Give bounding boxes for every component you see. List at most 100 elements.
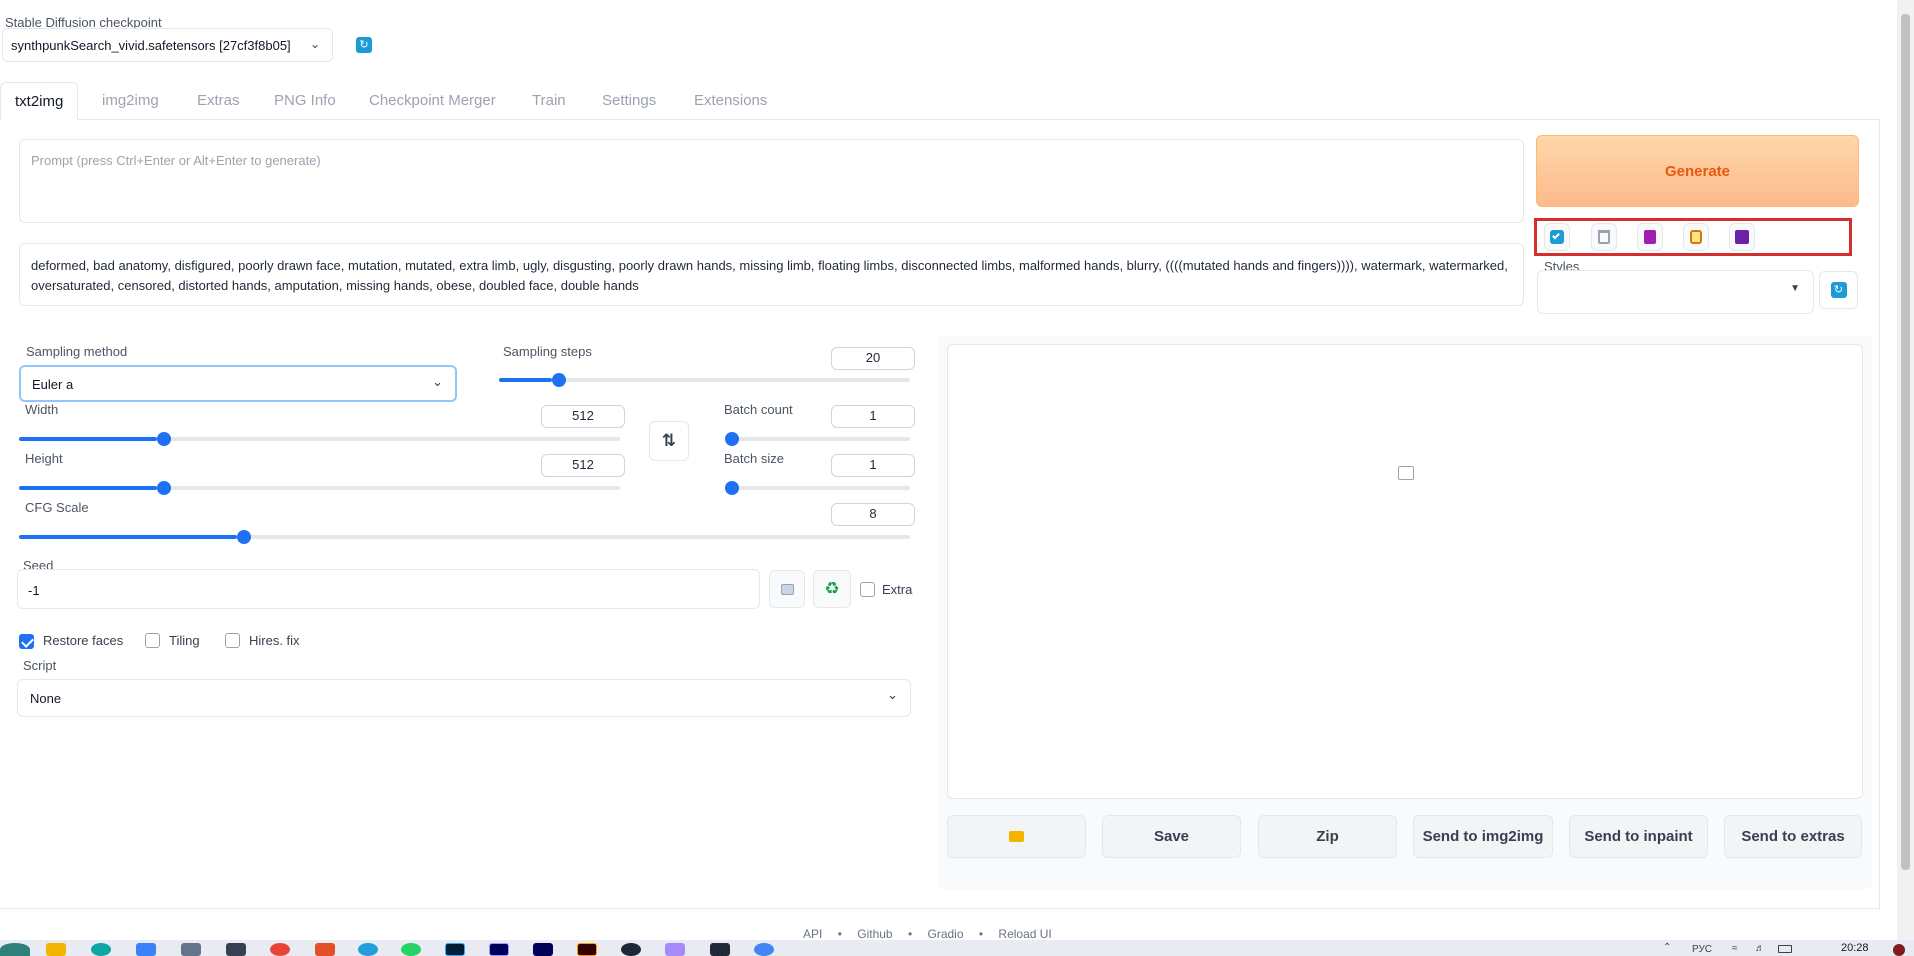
after-effects-icon[interactable] <box>533 943 553 956</box>
script-label: Script <box>23 658 57 673</box>
extra-seed-checkbox[interactable] <box>860 582 875 597</box>
steam-icon[interactable] <box>621 943 641 956</box>
footer-reload-ui-link[interactable]: Reload UI <box>998 927 1051 940</box>
generate-button[interactable]: Generate <box>1536 135 1859 207</box>
start-icon[interactable] <box>0 943 30 956</box>
send-to-extras-button[interactable]: Send to extras <box>1724 815 1862 858</box>
chevron-down-icon: ⌄ <box>432 374 443 389</box>
image-placeholder-icon <box>1398 466 1414 480</box>
sampling-steps-slider[interactable] <box>499 373 910 387</box>
tab-extras[interactable]: Extras <box>197 82 240 120</box>
prompt-placeholder: Prompt (press Ctrl+Enter or Alt+Enter to… <box>31 153 321 168</box>
generate-label: Generate <box>1664 162 1731 180</box>
batch-count-number[interactable]: 1 <box>831 405 915 428</box>
height-label: Height <box>25 451 63 466</box>
refresh-icon: ↻ <box>359 38 369 51</box>
scrollbar[interactable] <box>1897 0 1914 940</box>
illustrator-icon[interactable] <box>577 943 597 956</box>
prompt-input[interactable]: Prompt (press Ctrl+Enter or Alt+Enter to… <box>19 139 1524 223</box>
trash-icon[interactable] <box>1591 223 1617 251</box>
file-explorer-icon[interactable] <box>46 943 66 956</box>
tab-train[interactable]: Train <box>532 82 566 120</box>
negative-prompt-input[interactable]: deformed, bad anatomy, disfigured, poorl… <box>19 243 1524 306</box>
batch-size-label: Batch size <box>724 451 784 466</box>
random-seed-button[interactable] <box>769 570 805 608</box>
send-to-img2img-button[interactable]: Send to img2img <box>1413 815 1553 858</box>
edge-icon[interactable] <box>91 943 111 956</box>
app-icon[interactable] <box>665 943 685 956</box>
zip-button[interactable]: Zip <box>1258 815 1397 858</box>
tab-settings[interactable]: Settings <box>602 82 656 120</box>
refresh-styles-button[interactable]: ↻ <box>1819 271 1858 309</box>
height-number[interactable]: 512 <box>541 454 625 477</box>
whatsapp-icon[interactable] <box>401 943 421 956</box>
battery-icon[interactable] <box>1778 945 1792 953</box>
terminal-icon[interactable] <box>710 943 730 956</box>
sampling-method-label: Sampling method <box>26 344 128 359</box>
unity-icon[interactable] <box>226 943 246 956</box>
sampling-steps-label: Sampling steps <box>503 344 592 359</box>
height-slider[interactable] <box>19 481 620 495</box>
book-icon[interactable] <box>1637 223 1663 251</box>
checkbox-icon[interactable] <box>1544 223 1570 251</box>
hires-fix-checkbox[interactable] <box>225 633 240 648</box>
cfg-scale-label: CFG Scale <box>25 500 89 515</box>
restore-faces-label: Restore faces <box>43 633 124 648</box>
app-icon[interactable] <box>136 943 156 956</box>
batch-count-slider[interactable] <box>725 432 910 446</box>
cfg-scale-slider[interactable] <box>19 530 910 544</box>
script-dropdown[interactable]: None ⌄ <box>17 679 911 717</box>
seed-input[interactable]: -1 <box>17 569 760 609</box>
swap-dimensions-button[interactable]: ⇅ <box>649 421 689 461</box>
footer-github-link[interactable]: Github <box>857 927 892 940</box>
tab-img2img[interactable]: img2img <box>102 82 159 120</box>
batch-size-number[interactable]: 1 <box>831 454 915 477</box>
tiling-checkbox[interactable] <box>145 633 160 648</box>
tab-checkpoint-merger[interactable]: Checkpoint Merger <box>369 82 496 120</box>
caret-down-icon: ▼ <box>1790 283 1800 294</box>
footer-api-link[interactable]: API <box>803 927 822 940</box>
notification-badge-icon[interactable] <box>1893 944 1905 956</box>
send-to-inpaint-button[interactable]: Send to inpaint <box>1569 815 1708 858</box>
telegram-icon[interactable] <box>358 943 378 956</box>
batch-size-slider[interactable] <box>725 481 910 495</box>
footer-gradio-link[interactable]: Gradio <box>927 927 963 940</box>
chevron-up-icon[interactable]: ⌃ <box>1663 942 1671 953</box>
footer-links: API • Github • Gradio • Reload UI <box>803 927 1052 940</box>
cfg-scale-number[interactable]: 8 <box>831 503 915 526</box>
tab-txt2img[interactable]: txt2img <box>0 82 79 120</box>
negative-prompt-text: deformed, bad anatomy, disfigured, poorl… <box>31 258 1508 293</box>
clipboard-icon[interactable] <box>1683 223 1709 251</box>
sampling-method-dropdown[interactable]: Euler a ⌄ <box>19 365 457 402</box>
pdf-icon[interactable] <box>315 943 335 956</box>
chrome-icon[interactable] <box>270 943 290 956</box>
width-label: Width <box>25 402 59 417</box>
language-indicator[interactable]: РУС <box>1692 944 1712 956</box>
sampling-steps-number[interactable]: 20 <box>831 347 915 370</box>
width-number[interactable]: 512 <box>541 405 625 428</box>
checkpoint-dropdown[interactable]: synthpunkSearch_vivid.safetensors [27cf3… <box>2 28 333 62</box>
tab-png-info[interactable]: PNG Info <box>274 82 336 120</box>
volume-icon[interactable]: ♬ <box>1755 943 1765 954</box>
restore-faces-checkbox[interactable] <box>19 634 34 650</box>
save-button[interactable]: Save <box>1102 815 1241 858</box>
photoshop-icon[interactable] <box>445 943 465 956</box>
calculator-icon[interactable] <box>181 943 201 956</box>
clock[interactable]: 20:28 <box>1841 942 1869 955</box>
reuse-seed-button[interactable]: ♻ <box>813 570 851 608</box>
premiere-icon[interactable] <box>489 943 509 956</box>
width-slider[interactable] <box>19 432 620 446</box>
tab-extensions[interactable]: Extensions <box>694 82 767 120</box>
wifi-icon[interactable]: ≈ <box>1732 943 1738 954</box>
refresh-checkpoint-button[interactable]: ↻ <box>356 37 372 53</box>
sampling-method-value: Euler a <box>32 377 74 392</box>
open-folder-button[interactable] <box>947 815 1086 858</box>
dice-icon <box>780 583 794 595</box>
styles-dropdown[interactable]: ▼ <box>1537 270 1814 314</box>
save-disk-icon[interactable] <box>1729 223 1755 251</box>
extra-seed-label: Extra <box>882 582 913 597</box>
chevron-down-icon: ⌄ <box>309 37 320 51</box>
folder-icon <box>1009 831 1024 842</box>
chrome-icon[interactable] <box>754 943 774 956</box>
sd-webui-page: Stable Diffusion checkpoint synthpunkSea… <box>0 0 1914 956</box>
